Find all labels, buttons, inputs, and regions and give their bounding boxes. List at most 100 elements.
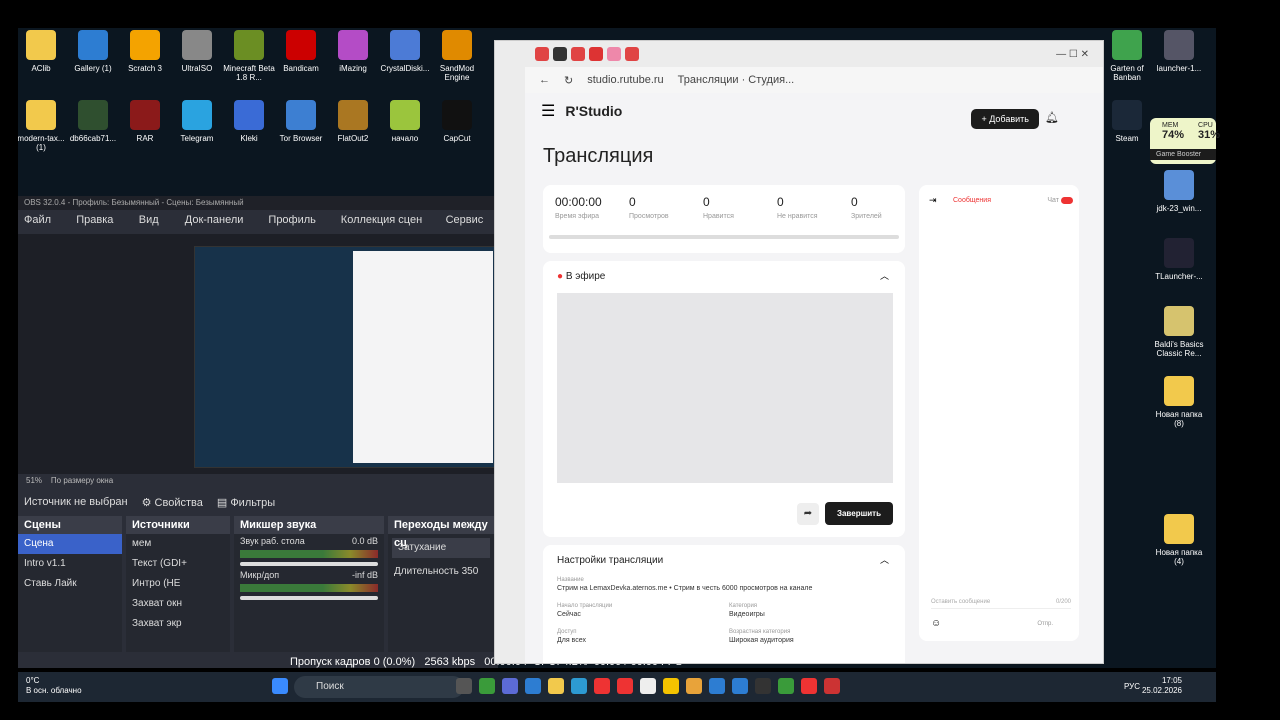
share-icon[interactable]: ➦: [797, 503, 819, 525]
desktop-icon[interactable]: Scratch 3: [117, 30, 173, 73]
language[interactable]: РУС: [1124, 682, 1140, 692]
stats-scrollbar[interactable]: [549, 235, 899, 239]
desktop-icon[interactable]: iMazing: [325, 30, 381, 73]
desktop-icon[interactable]: начало: [377, 100, 433, 143]
desktop-icon[interactable]: jdk-23_win...: [1151, 170, 1207, 213]
obs-menu-item[interactable]: Коллекция сцен (S): [341, 210, 436, 246]
taskbar-app-icon[interactable]: [479, 678, 495, 694]
desktop-icon[interactable]: Kleki: [221, 100, 277, 143]
taskbar-app-icon[interactable]: [824, 678, 840, 694]
taskbar-app-icon[interactable]: [548, 678, 564, 694]
taskbar-app-icon[interactable]: [732, 678, 748, 694]
taskbar-app-icon[interactable]: [801, 678, 817, 694]
send-button[interactable]: Отпр.: [1037, 621, 1053, 627]
obs-preview[interactable]: [18, 234, 498, 474]
desktop-icon[interactable]: CapCut: [429, 100, 485, 143]
desktop-icon[interactable]: Tor Browser: [273, 100, 329, 143]
taskbar-app-icon[interactable]: [502, 678, 518, 694]
obs-menu-item[interactable]: Вид (V): [139, 210, 175, 246]
system-tray[interactable]: РУС 17:05 25.02.2026: [1124, 676, 1208, 696]
url[interactable]: studio.rutube.ru: [587, 74, 663, 86]
source-item[interactable]: Захват окн: [126, 594, 230, 614]
browser-tab[interactable]: [625, 47, 639, 61]
properties-button[interactable]: ⚙ Свойства: [142, 496, 203, 509]
desktop-icon[interactable]: Garten of Banban: [1099, 30, 1155, 82]
browser-tab[interactable]: [589, 47, 603, 61]
desktop-icon[interactable]: UltraISO: [169, 30, 225, 73]
add-button[interactable]: + Добавить: [971, 109, 1039, 129]
obs-menu-item[interactable]: Файл (F): [24, 210, 66, 246]
taskbar-app-icon[interactable]: [571, 678, 587, 694]
taskbar-app-icon[interactable]: [525, 678, 541, 694]
desktop-icon[interactable]: modern-tax...(1): [18, 100, 69, 152]
browser-tab[interactable]: [607, 47, 621, 61]
taskbar-app-icon[interactable]: [686, 678, 702, 694]
weather-widget[interactable]: 0°C В осн. облачно: [26, 676, 82, 696]
source-item[interactable]: Интро (НЕ: [126, 574, 230, 594]
desktop-icon[interactable]: Bandicam: [273, 30, 329, 73]
source-item[interactable]: мем: [126, 534, 230, 554]
volume-slider[interactable]: [240, 596, 378, 600]
window-controls[interactable]: — ☐ ✕: [1056, 49, 1089, 60]
tab-messages[interactable]: Сообщения: [953, 197, 991, 204]
back-icon[interactable]: ←: [539, 74, 550, 86]
source-item[interactable]: Текст (GDI+: [126, 554, 230, 574]
desktop-icon[interactable]: FlatOut2: [325, 100, 381, 143]
desktop-icon[interactable]: Minecraft Beta 1.8 R...: [221, 30, 277, 82]
collapse-chat-icon[interactable]: ⇥: [929, 195, 937, 206]
desktop-icon[interactable]: Gallery (1): [65, 30, 121, 73]
bell-icon[interactable]: 🔔︎: [1045, 111, 1059, 124]
taskbar-app-icon[interactable]: [755, 678, 771, 694]
desktop-icon[interactable]: TLauncher-...: [1151, 238, 1207, 281]
desktop-icon[interactable]: Новая папка (8): [1151, 376, 1207, 428]
taskbar-app-icon[interactable]: [594, 678, 610, 694]
desktop-icon[interactable]: SandMod Engine: [429, 30, 485, 82]
reload-icon[interactable]: ↻: [564, 74, 573, 87]
transition-select[interactable]: Затухание: [392, 538, 490, 558]
scene-item[interactable]: Сцена: [18, 534, 122, 554]
taskbar-app-icon[interactable]: [617, 678, 633, 694]
taskbar-app-icon[interactable]: [456, 678, 472, 694]
desktop-icon[interactable]: Telegram: [169, 100, 225, 143]
obs-menu-item[interactable]: Профиль (P): [268, 210, 330, 246]
obs-menu-item[interactable]: Сервис (T): [446, 210, 498, 246]
volume-slider[interactable]: [240, 562, 378, 566]
search-box[interactable]: Поиск: [294, 676, 464, 698]
taskbar-app-icon[interactable]: [640, 678, 656, 694]
finish-button[interactable]: Завершить: [824, 502, 893, 525]
browser-tab-active[interactable]: [553, 47, 567, 61]
start-icon[interactable]: [272, 678, 288, 694]
desktop-icon[interactable]: Baldi's Basics Classic Re...: [1151, 306, 1207, 358]
desktop-icon[interactable]: db66cab71...: [65, 100, 121, 143]
source-item[interactable]: Захват экр: [126, 614, 230, 634]
browser-tab[interactable]: [571, 47, 585, 61]
studio-logo[interactable]: R'Studio: [565, 103, 622, 119]
desktop-icon[interactable]: Новая папка (4): [1151, 514, 1207, 566]
menu-icon[interactable]: ☰: [541, 101, 555, 121]
desktop-icon[interactable]: RAR: [117, 100, 173, 143]
desktop-icon[interactable]: AClib: [18, 30, 69, 73]
duration-input[interactable]: 350: [462, 566, 479, 577]
collapse-icon[interactable]: ︿: [880, 269, 889, 282]
desktop-icon[interactable]: CrystalDiski...: [377, 30, 433, 73]
game-booster-widget[interactable]: MEM 74% CPU 31% Game Booster: [1150, 118, 1220, 164]
desktop-icon[interactable]: Steam: [1099, 100, 1155, 143]
obs-menu-item[interactable]: Док-панели (D): [185, 210, 259, 246]
scene-item[interactable]: Ставь Лайк: [18, 574, 122, 594]
zoom-value[interactable]: 51%: [26, 476, 42, 485]
scene-item[interactable]: Intro v1.1: [18, 554, 122, 574]
chat-input[interactable]: Оставить сообщение 0/200: [931, 599, 1071, 609]
chat-toggle[interactable]: [1061, 197, 1073, 204]
emoji-icon[interactable]: ☺: [931, 618, 941, 629]
taskbar-app-icon[interactable]: [709, 678, 725, 694]
desktop-icon[interactable]: launcher-1...: [1151, 30, 1207, 73]
taskbar-app-icon[interactable]: [663, 678, 679, 694]
obs-menu-item[interactable]: Правка (E): [76, 210, 129, 246]
stream-player[interactable]: [557, 293, 893, 483]
zoom-mode[interactable]: По размеру окна: [51, 476, 113, 485]
taskbar-app-icon[interactable]: [778, 678, 794, 694]
clock[interactable]: 17:05: [1142, 676, 1182, 686]
collapse-icon[interactable]: ︿: [880, 553, 889, 566]
filters-button[interactable]: ▤ Фильтры: [217, 496, 275, 509]
browser-tab[interactable]: [535, 47, 549, 61]
